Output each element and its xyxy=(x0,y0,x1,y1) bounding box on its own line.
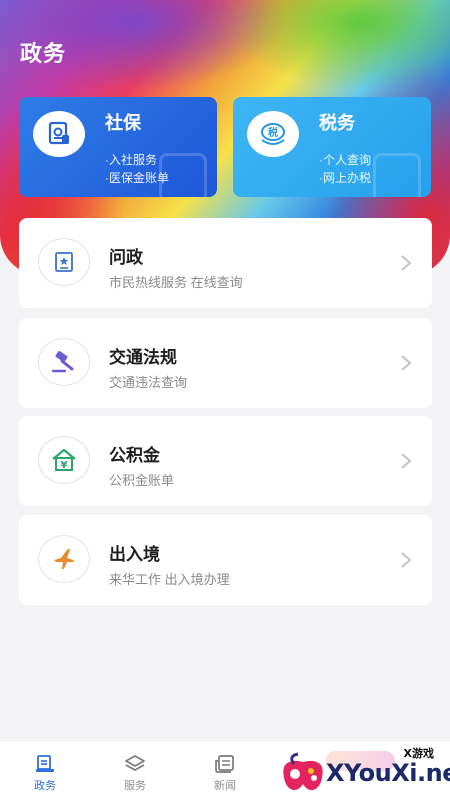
tax-item[interactable]: ·网上办税 xyxy=(319,169,371,187)
service-subtitle: 市民热线服务 在线查询 xyxy=(109,275,243,290)
service-item-traffic[interactable]: 交通法规 交通违法查询 xyxy=(19,318,432,408)
page-title: 政务 xyxy=(20,41,67,66)
service-subtitle: 交通违法查询 xyxy=(109,375,188,390)
service-item-immigration[interactable]: 出入境 来华工作 出入境办理 xyxy=(19,515,432,605)
service-title: 出入境 xyxy=(109,545,160,564)
service-title: 问政 xyxy=(109,248,143,267)
tax-icon: 税 xyxy=(247,111,299,157)
chevron-right-icon xyxy=(401,355,412,371)
house-yuan-icon: ¥ xyxy=(38,436,90,484)
tab-label: 新闻 xyxy=(214,780,236,792)
social-security-title: 社保 xyxy=(105,113,141,133)
chevron-right-icon xyxy=(401,453,412,469)
service-subtitle: 来华工作 出入境办理 xyxy=(109,572,230,587)
tax-card[interactable]: 税 税务 ·个人查询 ·网上办税 xyxy=(233,97,431,197)
layers-icon xyxy=(125,755,145,771)
tax-item[interactable]: ·个人查询 xyxy=(319,151,371,169)
tab-label: 政务 xyxy=(34,780,56,792)
airplane-icon xyxy=(38,535,90,583)
social-security-item[interactable]: ·医保金账单 xyxy=(105,169,169,187)
social-security-items: ·入社服务 ·医保金账单 xyxy=(105,151,169,187)
service-title: 交通法规 xyxy=(109,348,177,367)
social-security-card[interactable]: 社保 ·入社服务 ·医保金账单 xyxy=(19,97,217,197)
document-icon xyxy=(33,111,85,157)
gamepad-logo-icon xyxy=(283,752,323,791)
chevron-right-icon xyxy=(401,552,412,568)
chevron-right-icon xyxy=(401,255,412,271)
tab-government[interactable]: 政务 xyxy=(10,741,80,800)
tab-services[interactable]: 服务 xyxy=(100,741,170,800)
certificate-icon xyxy=(38,238,90,286)
card-decoration xyxy=(373,153,421,197)
watermark-text: XYouXi.net xyxy=(326,759,450,787)
site-watermark: X游戏 XYouXi.net xyxy=(278,742,450,800)
gavel-icon xyxy=(38,338,90,386)
service-subtitle: 公积金账单 xyxy=(109,473,175,488)
tab-news[interactable]: 新闻 xyxy=(190,741,260,800)
service-item-housing-fund[interactable]: ¥ 公积金 公积金账单 xyxy=(19,416,432,506)
news-icon xyxy=(215,755,234,773)
yuan-glyph: ¥ xyxy=(61,460,68,471)
government-icon xyxy=(36,755,54,772)
tax-icon-glyph: 税 xyxy=(268,126,278,139)
service-item-wenzheng[interactable]: 问政 市民热线服务 在线查询 xyxy=(19,218,432,308)
social-security-item[interactable]: ·入社服务 xyxy=(105,151,169,169)
tax-title: 税务 xyxy=(319,113,355,133)
tax-items: ·个人查询 ·网上办税 xyxy=(319,151,371,187)
tab-label: 服务 xyxy=(124,780,146,792)
service-title: 公积金 xyxy=(109,446,160,465)
